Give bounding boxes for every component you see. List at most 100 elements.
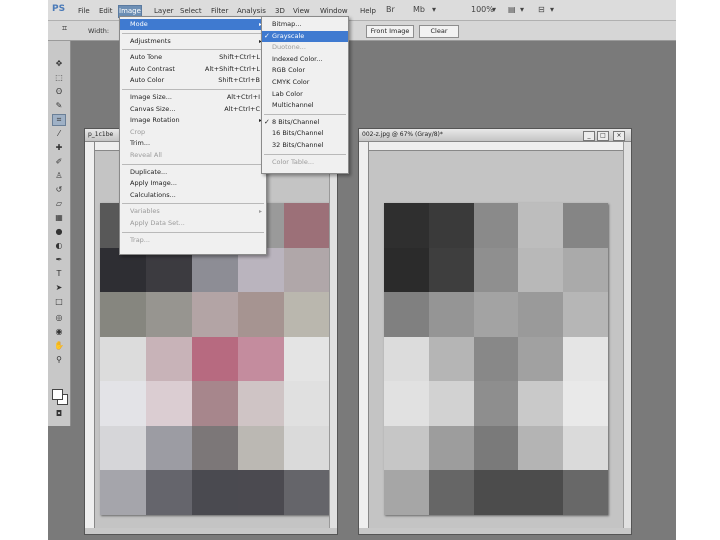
mode-menu-item-rgb-color[interactable]: RGB Color	[262, 65, 348, 76]
vertical-ruler[interactable]	[359, 142, 369, 528]
image-menu-item-auto-color[interactable]: Auto Color Shift+Ctrl+B	[120, 75, 266, 86]
chevron-down-icon[interactable]: ▾	[492, 4, 496, 16]
maximize-button[interactable]: □	[597, 131, 609, 141]
mode-menu-item-cmyk-color[interactable]: CMYK Color	[262, 77, 348, 88]
image-pixel-block	[238, 470, 284, 515]
close-button[interactable]: ×	[613, 131, 625, 141]
mode-menu-item-32-bits-channel[interactable]: 32 Bits/Channel	[262, 140, 348, 151]
zoom-level[interactable]: 100%	[471, 4, 494, 16]
quick-selection-tool-icon[interactable]: ✎	[53, 101, 65, 111]
eyedropper-tool-icon[interactable]: ⁄	[53, 129, 65, 139]
image-pixel-block	[100, 336, 146, 382]
menu-item-label: Canvas Size...	[130, 104, 176, 113]
image-menu-item-apply-image[interactable]: Apply Image...	[120, 178, 266, 189]
gradient-tool-icon[interactable]: ▦	[53, 213, 65, 223]
image-menu-item-trim[interactable]: Trim...	[120, 138, 266, 149]
mode-menu-item-color-table: Color Table...	[262, 157, 348, 168]
blur-tool-icon[interactable]: ●	[53, 227, 65, 237]
image-pixel-block	[428, 292, 474, 337]
vertical-scrollbar[interactable]	[623, 142, 631, 528]
shape-tool-icon[interactable]: □	[53, 297, 65, 307]
image-pixel-block	[518, 247, 564, 293]
3d-rotate-tool-icon[interactable]: ◎	[53, 313, 65, 323]
mode-menu-item-grayscale[interactable]: Grayscale ✓	[262, 30, 348, 42]
image-menu-item-image-size[interactable]: Image Size... Alt+Ctrl+I	[120, 92, 266, 103]
canvas-area[interactable]	[369, 151, 623, 528]
image-menu-dropdown: Mode▸Adjustments▸Auto ToneShift+Ctrl+LAu…	[119, 16, 267, 255]
horizontal-ruler[interactable]	[369, 142, 623, 151]
menu-edit[interactable]: Edit	[99, 6, 113, 17]
image-pixel-block	[518, 470, 564, 515]
image-pixel-block	[100, 292, 146, 337]
image-pixel-block	[146, 381, 192, 426]
image-menu-item-duplicate[interactable]: Duplicate...	[120, 167, 266, 178]
menu-item-label: Adjustments	[130, 36, 171, 45]
minibridge-button[interactable]: Mb	[413, 4, 425, 16]
path-selection-tool-icon[interactable]: ➤	[53, 283, 65, 293]
vertical-scrollbar[interactable]	[329, 142, 337, 528]
mode-menu-item-bitmap[interactable]: Bitmap...	[262, 19, 348, 30]
image-menu-item-auto-tone[interactable]: Auto Tone Shift+Ctrl+L	[120, 52, 266, 63]
menu-help[interactable]: Help	[360, 6, 376, 17]
history-brush-tool-icon[interactable]: ↺	[53, 185, 65, 195]
menu-shortcut: Alt+Ctrl+I	[226, 93, 260, 101]
mode-menu-item-multichannel[interactable]: Multichannel	[262, 100, 348, 111]
image-menu-item-image-rotation[interactable]: Image Rotation▸	[120, 115, 266, 126]
menu-file[interactable]: File	[78, 6, 90, 17]
mode-menu-item-16-bits-channel[interactable]: 16 Bits/Channel	[262, 128, 348, 139]
chevron-down-icon[interactable]: ▾	[520, 4, 524, 16]
image-pixel-block	[384, 292, 429, 337]
3d-orbit-tool-icon[interactable]: ◉	[53, 327, 65, 337]
screen-mode-icon[interactable]: ⊟	[538, 4, 545, 16]
vertical-ruler[interactable]	[85, 142, 95, 528]
mode-menu-item-8-bits-channel[interactable]: 8 Bits/Channel ✓	[262, 117, 348, 128]
image-pixel-block	[100, 381, 146, 426]
arrange-docs-icon[interactable]: ▤	[508, 4, 516, 16]
healing-brush-tool-icon[interactable]: ✚	[53, 143, 65, 153]
image-pixel-block	[563, 203, 608, 248]
tools-panel: ✥ ⬚ ʘ ✎ ⌗ ⁄ ✚ ✐ ♙ ↺ ▱ ▦ ● ◐ ✒ T ➤ □ ◎ ◉ …	[48, 41, 71, 426]
menu-item-label: Variables	[130, 207, 160, 216]
image-menu-item-canvas-size[interactable]: Canvas Size... Alt+Ctrl+C	[120, 104, 266, 115]
image-menu-item-calculations[interactable]: Calculations...	[120, 190, 266, 201]
lasso-tool-icon[interactable]: ʘ	[53, 87, 65, 97]
image-pixel-block	[384, 470, 429, 515]
image-pixel-block	[428, 336, 474, 382]
front-image-button[interactable]: Front Image	[366, 25, 414, 38]
zoom-tool-icon[interactable]: ⚲	[53, 355, 65, 365]
clear-button[interactable]: Clear	[419, 25, 459, 38]
pen-tool-icon[interactable]: ✒	[53, 255, 65, 265]
image-pixel-block	[284, 425, 330, 471]
move-tool-icon[interactable]: ✥	[53, 59, 65, 69]
image-menu-item-auto-contrast[interactable]: Auto Contrast Alt+Shift+Ctrl+L	[120, 64, 266, 75]
image-menu-item-adjustments[interactable]: Adjustments▸	[120, 36, 266, 47]
dodge-tool-icon[interactable]: ◐	[53, 241, 65, 251]
image-pixel-block	[192, 292, 238, 337]
type-tool-icon[interactable]: T	[53, 269, 65, 279]
quick-mask-icon[interactable]: ◘	[53, 409, 65, 419]
chevron-down-icon[interactable]: ▾	[432, 4, 436, 16]
clone-stamp-tool-icon[interactable]: ♙	[53, 171, 65, 181]
menu-separator	[122, 32, 264, 34]
check-icon: ✓	[264, 31, 270, 40]
foreground-color-swatch[interactable]	[52, 389, 63, 400]
mode-menu-item-lab-color[interactable]: Lab Color	[262, 89, 348, 100]
image-pixel-block	[384, 203, 429, 248]
marquee-tool-icon[interactable]: ⬚	[53, 73, 65, 83]
image-menu-item-mode[interactable]: Mode▸	[120, 19, 266, 30]
eraser-tool-icon[interactable]: ▱	[53, 199, 65, 209]
mode-menu-item-indexed-color[interactable]: Indexed Color...	[262, 54, 348, 65]
image-pixel-block	[473, 425, 519, 471]
chevron-down-icon[interactable]: ▾	[550, 4, 554, 16]
menu-shortcut: Alt+Shift+Ctrl+L	[204, 64, 260, 73]
bridge-button[interactable]: Br	[386, 4, 395, 16]
image-menu-item-apply-data-set: Apply Data Set...	[120, 218, 266, 229]
menu-item-label: Apply Image...	[130, 179, 177, 188]
hand-tool-icon[interactable]: ✋	[53, 341, 65, 351]
crop-tool-icon[interactable]: ⌗	[52, 114, 66, 126]
minimize-button[interactable]: _	[583, 131, 595, 141]
crop-tool-icon[interactable]: ⌗	[62, 24, 67, 34]
document-image[interactable]	[384, 203, 608, 515]
brush-tool-icon[interactable]: ✐	[53, 157, 65, 167]
image-pixel-block	[238, 425, 284, 471]
